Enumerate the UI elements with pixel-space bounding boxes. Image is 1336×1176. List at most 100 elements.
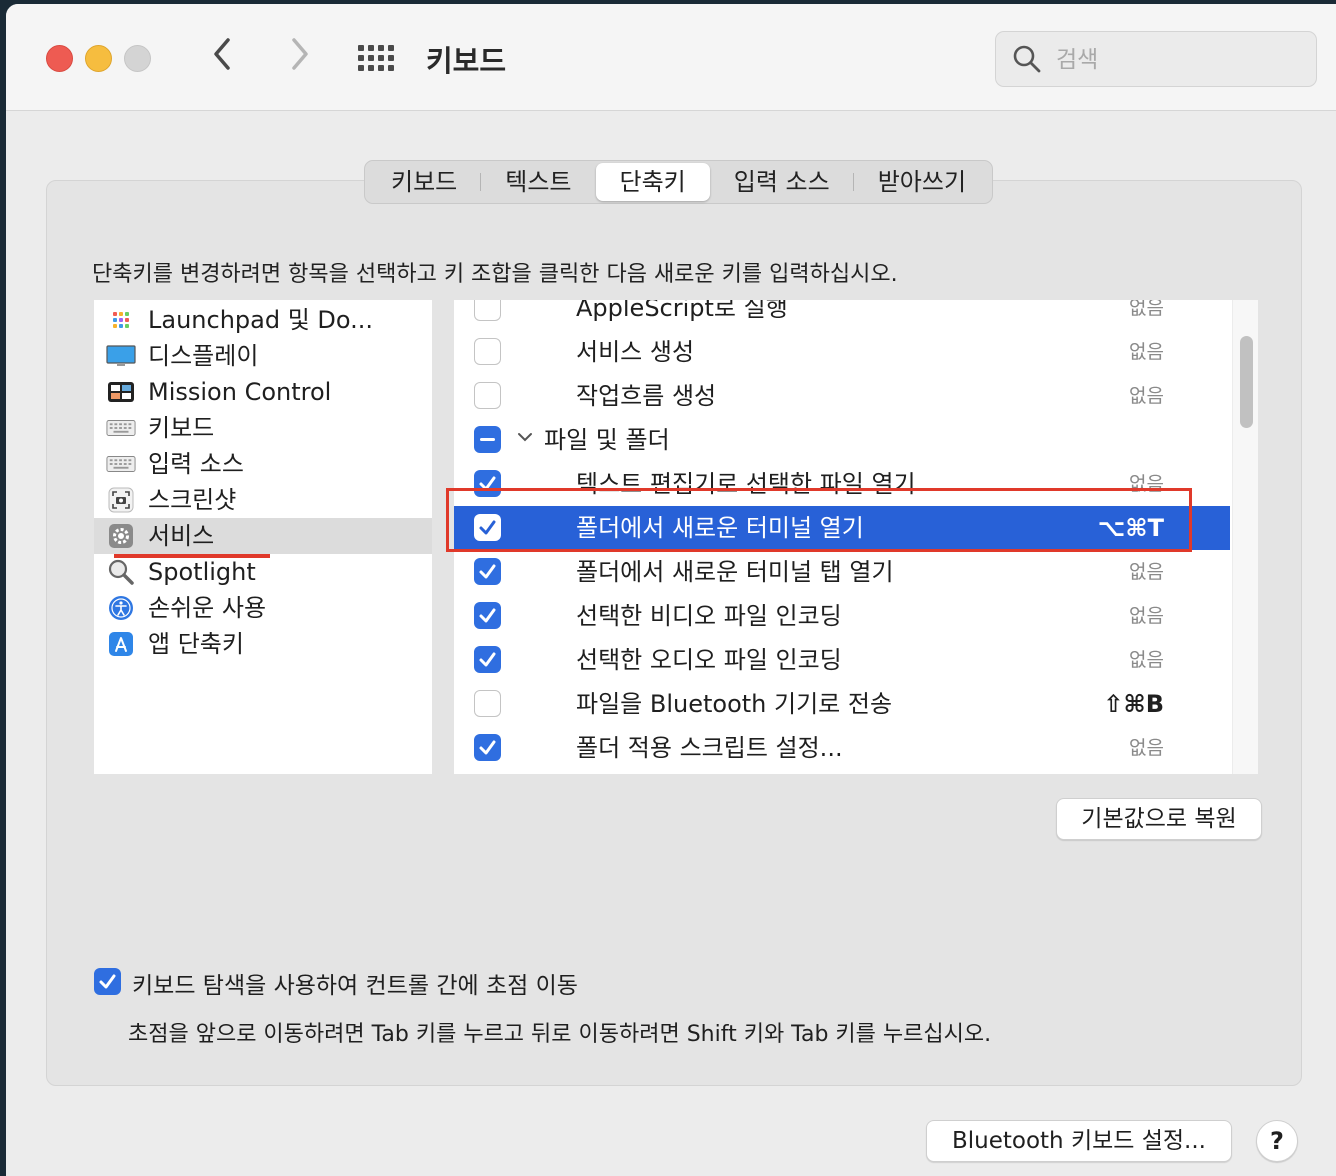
keyboard-navigation-label[interactable]: 키보드 탐색을 사용하여 컨트롤 간에 초점 이동 [132,966,578,1000]
search-icon [1013,45,1041,73]
keyboard-icon [106,415,136,441]
category-item[interactable]: 서비스 [94,518,432,554]
service-checkbox[interactable] [474,734,501,761]
service-row[interactable]: 선택한 비디오 파일 인코딩 없음 [454,594,1230,638]
tab-bar: 키보드 텍스트 단축키 입력 소스 받아쓰기 [364,160,994,204]
service-row[interactable]: 폴더 적용 스크립트 설정... 없음 [454,726,1230,770]
checkmark-icon [99,974,116,989]
service-checkbox[interactable] [474,338,501,365]
launchpad-icon [106,307,136,333]
close-window-button[interactable] [46,45,73,72]
category-item[interactable]: 디스플레이 [94,338,432,374]
category-label: Mission Control [148,378,332,406]
scrollbar[interactable] [1232,300,1258,774]
shortcut-value[interactable]: ⇧⌘B [1103,682,1164,726]
category-item[interactable]: Mission Control [94,374,432,410]
show-all-grid-icon[interactable] [358,43,396,73]
checkmark-icon [479,608,496,623]
shortcut-value[interactable]: 없음 [1129,462,1164,506]
category-item[interactable]: 앱 단축키 [94,626,432,662]
category-label: 서비스 [148,522,215,550]
category-label: 입력 소스 [148,450,244,478]
service-label: 폴더에서 새로운 터미널 열기 [576,514,864,542]
restore-defaults-button[interactable]: 기본값으로 복원 [1056,798,1262,840]
service-checkbox[interactable] [474,426,501,453]
shortcut-value[interactable]: 없음 [1129,374,1164,418]
checkmark-icon [479,652,496,667]
service-row[interactable]: 작업흐름 생성 없음 [454,374,1230,418]
service-checkbox[interactable] [474,470,501,497]
service-row[interactable]: 선택한 오디오 파일 인코딩 없음 [454,638,1230,682]
annotation-underline [114,554,270,558]
keyboard-navigation-checkbox[interactable] [94,968,121,995]
category-item[interactable]: 스크린샷 [94,482,432,518]
display-icon [106,343,136,369]
spotlight-icon [106,559,136,585]
category-item[interactable]: Launchpad 및 Do... [94,302,432,338]
tab-shortcuts[interactable]: 단축키 [595,163,710,201]
service-checkbox[interactable] [474,382,501,409]
forward-button[interactable] [284,34,314,85]
service-checkbox[interactable] [474,646,501,673]
tab-text[interactable]: 텍스트 [481,163,595,201]
window-title: 키보드 [426,44,507,78]
bluetooth-keyboard-button[interactable]: Bluetooth 키보드 설정... [926,1120,1232,1162]
shortcut-value[interactable]: 없음 [1129,550,1164,594]
scroll-thumb[interactable] [1240,336,1253,428]
tab-keyboard[interactable]: 키보드 [367,163,482,201]
service-row[interactable]: 서비스 생성 없음 [454,330,1230,374]
service-label: 파일을 Bluetooth 기기로 전송 [576,690,893,718]
category-label: 앱 단축키 [148,630,244,658]
category-item[interactable]: 손쉬운 사용 [94,590,432,626]
service-row[interactable]: 폴더에서 새로운 터미널 열기 ⌥⌘T [454,506,1230,550]
minimize-window-button[interactable] [85,45,112,72]
checkmark-icon [479,740,496,755]
service-row[interactable]: AppleScript로 실행 없음 [454,300,1230,330]
category-label: Launchpad 및 Do... [148,306,374,334]
service-checkbox[interactable] [474,558,501,585]
service-label: AppleScript로 실행 [576,300,788,322]
category-item[interactable]: Spotlight [94,554,432,590]
keyboard-navigation-description: 초점을 앞으로 이동하려면 Tab 키를 누르고 뒤로 이동하려면 Shift … [128,1022,992,1047]
service-checkbox[interactable] [474,602,501,629]
back-button[interactable] [208,34,238,85]
shortcut-value[interactable]: 없음 [1129,726,1164,770]
chevron-down-icon[interactable] [516,426,534,452]
category-label: 손쉬운 사용 [148,594,267,622]
service-label: 폴더에서 새로운 터미널 탭 열기 [576,558,894,586]
chevron-left-icon [214,38,230,70]
shortcut-value[interactable]: 없음 [1129,594,1164,638]
service-row[interactable]: 파일을 Bluetooth 기기로 전송 ⇧⌘B [454,682,1230,726]
service-label: 선택한 비디오 파일 인코딩 [576,602,842,630]
category-item[interactable]: 키보드 [94,410,432,446]
help-button[interactable]: ? [1256,1120,1298,1162]
category-label: 디스플레이 [148,342,259,370]
search-input[interactable] [1054,42,1308,78]
search-field[interactable] [995,31,1317,87]
service-label: 텍스트 편집기로 선택한 파일 열기 [576,470,916,498]
zoom-window-button[interactable] [124,45,151,72]
category-label: Spotlight [148,558,256,586]
service-checkbox[interactable] [474,300,501,321]
checkmark-icon [479,476,496,491]
service-group-row[interactable]: 파일 및 폴더 [454,418,1230,462]
title-bar: 키보드 [6,4,1336,111]
tab-input-sources[interactable]: 입력 소스 [710,163,854,201]
service-checkbox[interactable] [474,514,501,541]
category-list[interactable]: Launchpad 및 Do... 디스플레이 Mission Control 키보드… [94,300,432,774]
shortcut-value[interactable]: ⌥⌘T [1098,506,1164,550]
preferences-window: 키보드 키보드 텍스트 단축키 입력 소스 받아쓰기 단축키를 변경하려면 항목… [6,4,1336,1176]
input-source-icon [106,451,136,477]
shortcut-value[interactable]: 없음 [1129,330,1164,374]
shortcut-value[interactable]: 없음 [1129,300,1164,330]
tab-dictation[interactable]: 받아쓰기 [854,163,990,201]
checkmark-icon [479,564,496,579]
service-checkbox[interactable] [474,690,501,717]
shortcut-value[interactable]: 없음 [1129,638,1164,682]
mission-control-icon [106,379,136,405]
category-item[interactable]: 입력 소스 [94,446,432,482]
services-list[interactable]: 폴더 적용 스크립트 설정... 없음 파일을 Bluetooth 기기로 전송 ⇧⌘… [454,300,1258,774]
checkmark-icon [479,520,496,535]
service-row[interactable]: 텍스트 편집기로 선택한 파일 열기 없음 [454,462,1230,506]
service-row[interactable]: 폴더에서 새로운 터미널 탭 열기 없음 [454,550,1230,594]
